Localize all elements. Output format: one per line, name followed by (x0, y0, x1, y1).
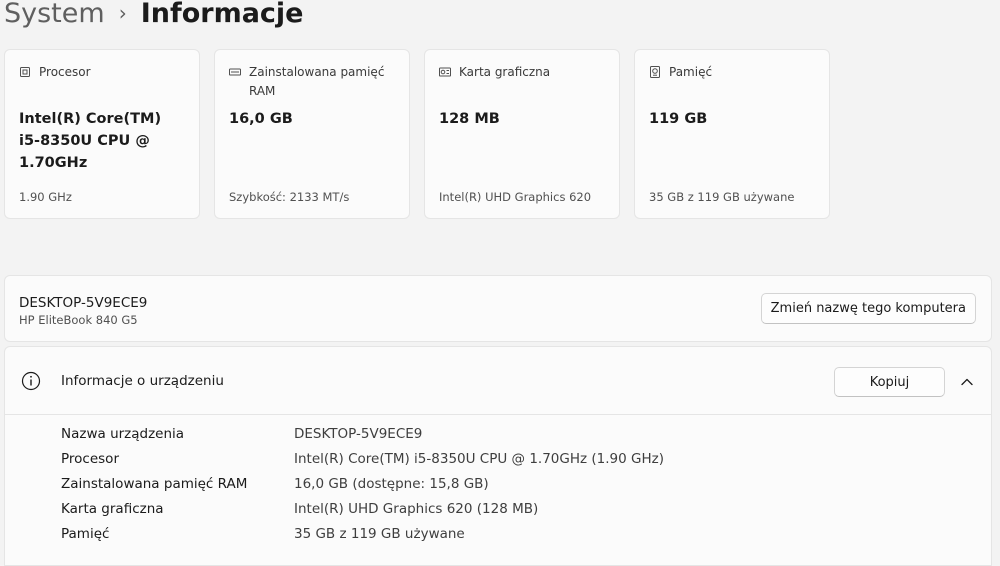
card-detail: 1.90 GHz (19, 190, 72, 204)
storage-drive-icon (649, 66, 661, 78)
specs-title: Informacje o urządzeniu (61, 373, 224, 389)
card-header: Karta graficzna (439, 63, 609, 82)
breadcrumb-system-link[interactable]: System (4, 0, 105, 34)
spec-label: Pamięć (61, 526, 110, 542)
spec-label: Nazwa urządzenia (61, 426, 185, 442)
spec-label: Procesor (61, 451, 119, 467)
spec-value: Intel(R) Core(TM) i5-8350U CPU @ 1.70GHz… (294, 451, 664, 467)
spec-label: Zainstalowana pamięć RAM (61, 476, 248, 492)
spec-value: 35 GB z 119 GB używane (294, 526, 465, 542)
graphics-card-icon (439, 66, 451, 78)
card-detail: Szybkość: 2133 MT/s (229, 190, 350, 204)
card-value: 128 MB (439, 111, 500, 127)
chevron-up-icon[interactable] (955, 370, 979, 394)
spec-value: Intel(R) UHD Graphics 620 (128 MB) (294, 501, 539, 517)
copy-button[interactable]: Kopiuj (834, 367, 945, 397)
card-header: Zainstalowana pamięć RAM (229, 63, 399, 101)
device-specifications-panel: Informacje o urządzeniu Kopiuj Nazwa urz… (4, 346, 992, 566)
spec-row-graphics: Karta graficzna Intel(R) UHD Graphics 62… (61, 497, 981, 522)
rename-pc-button[interactable]: Zmień nazwę tego komputera (760, 293, 976, 324)
card-label: Pamięć (669, 65, 713, 79)
spec-row-ram: Zainstalowana pamięć RAM 16,0 GB (dostęp… (61, 472, 981, 497)
ram-memory-icon (229, 66, 241, 78)
processor-chip-icon (19, 66, 31, 78)
card-label: Procesor (39, 65, 91, 79)
spec-cards: Procesor Intel(R) Core(TM) i5-8350U CPU … (4, 49, 830, 219)
ram-card: Zainstalowana pamięć RAM 16,0 GB Szybkoś… (214, 49, 410, 219)
specs-header[interactable]: Informacje o urządzeniu Kopiuj (5, 347, 991, 415)
spec-row-processor: Procesor Intel(R) Core(TM) i5-8350U CPU … (61, 447, 981, 472)
card-value: Intel(R) Core(TM) i5-8350U CPU @ 1.70GHz (19, 111, 162, 171)
spec-value: DESKTOP-5V9ECE9 (294, 426, 423, 442)
info-icon (21, 371, 41, 391)
processor-card: Procesor Intel(R) Core(TM) i5-8350U CPU … (4, 49, 200, 219)
card-label: Zainstalowana pamięć RAM (249, 65, 385, 98)
card-value: 16,0 GB (229, 111, 293, 127)
device-model: HP EliteBook 840 G5 (19, 313, 138, 327)
device-name: DESKTOP-5V9ECE9 (19, 295, 148, 311)
card-header: Procesor (19, 63, 189, 82)
page-title: Informacje (140, 0, 304, 29)
storage-card: Pamięć 119 GB 35 GB z 119 GB używane (634, 49, 830, 219)
spec-label: Karta graficzna (61, 501, 164, 517)
spec-row-device-name: Nazwa urządzenia DESKTOP-5V9ECE9 (61, 422, 981, 447)
card-label: Karta graficzna (459, 65, 551, 79)
breadcrumb-chevron-icon: › (118, 1, 127, 25)
card-detail: 35 GB z 119 GB używane (649, 190, 795, 204)
device-name-panel: DESKTOP-5V9ECE9 HP EliteBook 840 G5 Zmie… (4, 275, 992, 342)
card-detail: Intel(R) UHD Graphics 620 (439, 190, 592, 204)
spec-value: 16,0 GB (dostępne: 15,8 GB) (294, 476, 489, 492)
spec-row-storage: Pamięć 35 GB z 119 GB używane (61, 522, 981, 547)
breadcrumb: System › Informacje (4, 0, 304, 34)
graphics-card: Karta graficzna 128 MB Intel(R) UHD Grap… (424, 49, 620, 219)
card-value: 119 GB (649, 111, 708, 127)
card-header: Pamięć (649, 63, 819, 82)
